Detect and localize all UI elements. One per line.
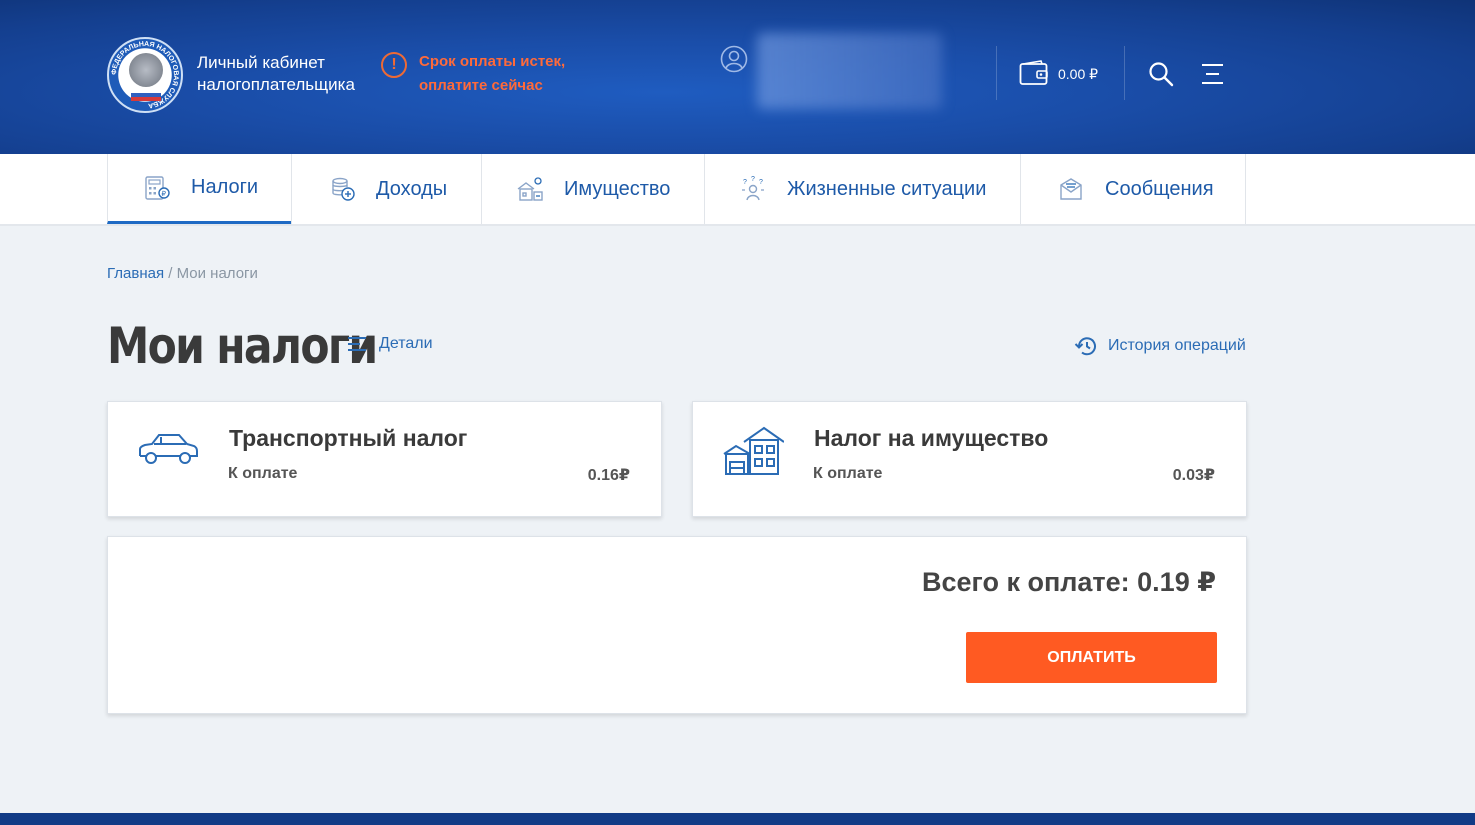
wallet-icon[interactable]	[1019, 60, 1049, 86]
tab-taxes[interactable]: ₽ Налоги	[107, 154, 291, 224]
fns-logo[interactable]: ФЕДЕРАЛЬНАЯ НАЛОГОВАЯ СЛУЖБА	[107, 37, 183, 113]
history-link[interactable]: История операций	[1074, 335, 1246, 357]
card-title: Транспортный налог	[229, 425, 468, 451]
details-lines-icon	[348, 337, 366, 351]
messages-icon	[1060, 178, 1082, 200]
svg-text:?: ?	[743, 179, 747, 186]
user-icon[interactable]	[720, 45, 748, 73]
page-title: Мои налоги	[107, 317, 378, 375]
header-divider	[996, 46, 997, 100]
flag-emblem	[131, 89, 161, 101]
details-link[interactable]: Детали	[347, 335, 433, 353]
card-amount: 0.03₽	[1172, 467, 1215, 484]
header: ФЕДЕРАЛЬНАЯ НАЛОГОВАЯ СЛУЖБА Личный каби…	[0, 0, 1475, 154]
breadcrumb-separator: /	[164, 265, 177, 282]
wallet-balance[interactable]: 0.00 ₽	[1058, 66, 1098, 83]
svg-text:?: ?	[751, 176, 755, 183]
svg-text:₽: ₽	[162, 190, 167, 198]
life-situations-icon: ???	[742, 176, 764, 201]
property-icon	[517, 177, 543, 201]
car-icon	[139, 434, 198, 464]
card-title: Налог на имущество	[814, 425, 1049, 451]
tab-income[interactable]: Доходы	[291, 154, 481, 224]
pay-button[interactable]: ОПЛАТИТЬ	[966, 632, 1217, 683]
header-divider	[1124, 46, 1125, 100]
coins-icon	[332, 177, 355, 201]
transport-tax-card[interactable]: Транспортный налог К оплате 0.16₽	[107, 401, 662, 517]
details-label: Детали	[379, 335, 433, 352]
breadcrumb-current: Мои налоги	[176, 265, 258, 282]
breadcrumb: Главная / Мои налоги	[107, 265, 258, 282]
property-tax-card[interactable]: Налог на имущество К оплате 0.03₽	[692, 401, 1247, 517]
total-amount: Всего к оплате: 0.19 ₽	[922, 567, 1216, 597]
tab-label: Налоги	[191, 176, 259, 198]
alert-icon: !	[381, 52, 407, 78]
card-amount: 0.16₽	[587, 467, 630, 484]
tab-label: Сообщения	[1105, 177, 1214, 200]
house-icon	[723, 426, 784, 475]
svg-text:?: ?	[759, 179, 763, 186]
tab-life-situations[interactable]: ??? Жизненные ситуации	[704, 154, 1020, 224]
brand-title[interactable]: Личный кабинет налогоплательщика	[197, 52, 377, 96]
history-label: История операций	[1108, 337, 1246, 354]
card-subtitle: К оплате	[813, 465, 883, 482]
tab-messages[interactable]: Сообщения	[1020, 154, 1246, 224]
breadcrumb-home-link[interactable]: Главная	[107, 265, 164, 282]
payment-alert[interactable]: Срок оплаты истек, оплатите сейчас	[419, 50, 599, 98]
total-card: Всего к оплате: 0.19 ₽ ОПЛАТИТЬ	[107, 536, 1247, 714]
user-name-blurred[interactable]	[757, 33, 942, 109]
main-nav: ₽ Налоги Доходы Имущество ? ? ? Жизненны…	[0, 154, 1475, 226]
tab-label: Имущество	[564, 177, 671, 200]
footer	[0, 813, 1475, 825]
menu-icon[interactable]	[1199, 62, 1225, 86]
card-subtitle: К оплате	[228, 465, 298, 482]
tab-label: Жизненные ситуации	[787, 177, 987, 200]
eagle-emblem	[129, 53, 163, 87]
tab-label: Доходы	[376, 177, 448, 200]
calculator-icon: ₽	[145, 175, 170, 200]
tab-property[interactable]: Имущество	[481, 154, 704, 224]
search-icon[interactable]	[1148, 61, 1174, 87]
history-icon	[1074, 337, 1096, 356]
